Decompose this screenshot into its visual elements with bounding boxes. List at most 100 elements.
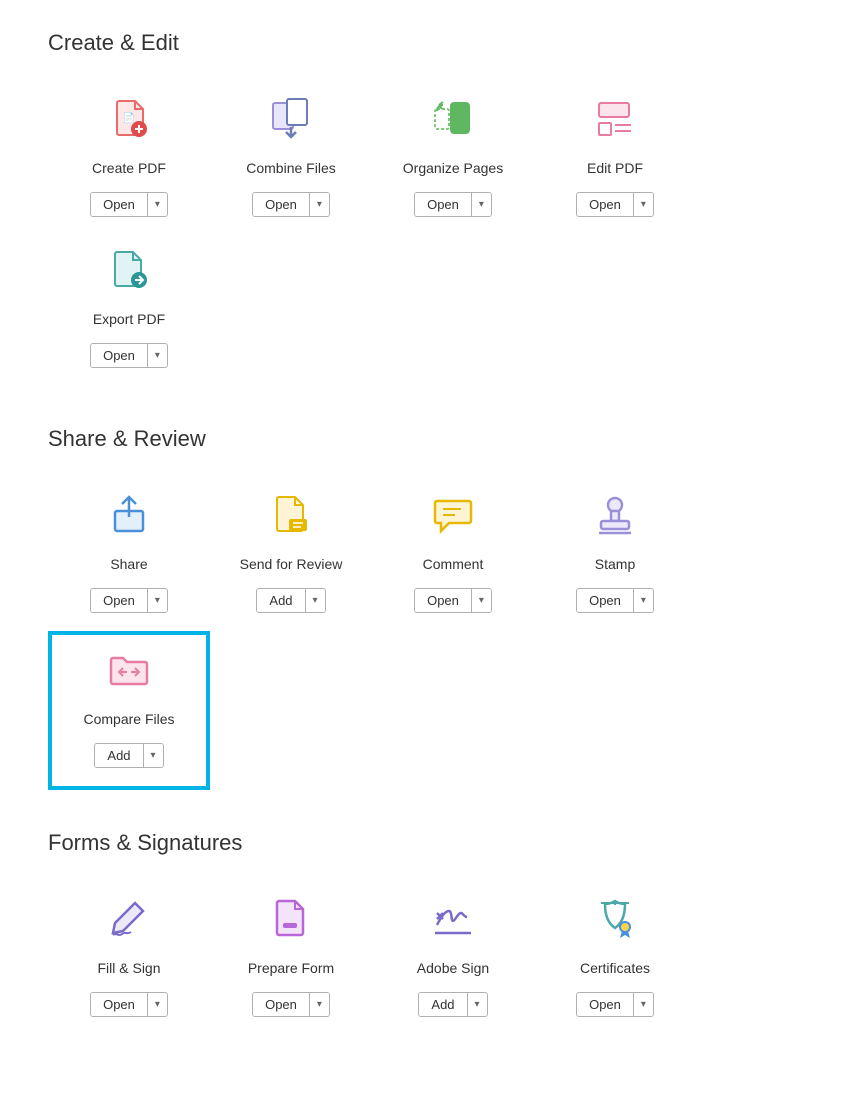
- tool-label: Stamp: [595, 556, 635, 572]
- tool-button-group: Open ▾: [414, 192, 492, 217]
- open-button[interactable]: Open: [577, 993, 633, 1016]
- dropdown-caret-button[interactable]: ▾: [467, 993, 487, 1016]
- tool-button-group: Add ▾: [418, 992, 487, 1017]
- tool-adobe-sign[interactable]: Adobe Sign Add ▾: [372, 884, 534, 1035]
- tool-button-group: Open ▾: [414, 588, 492, 613]
- tool-button-group: Open ▾: [90, 192, 168, 217]
- send-review-icon: [266, 490, 316, 540]
- open-button[interactable]: Open: [415, 193, 471, 216]
- share-icon: [104, 490, 154, 540]
- open-button[interactable]: Open: [577, 193, 633, 216]
- tool-label: Fill & Sign: [97, 960, 160, 976]
- tool-organize-pages[interactable]: Organize Pages Open ▾: [372, 84, 534, 235]
- dropdown-caret-button[interactable]: ▾: [147, 193, 167, 216]
- dropdown-caret-button[interactable]: ▾: [305, 589, 325, 612]
- dropdown-caret-button[interactable]: ▾: [471, 589, 491, 612]
- certificates-icon: [590, 894, 640, 944]
- tool-prepare-form[interactable]: Prepare Form Open ▾: [210, 884, 372, 1035]
- chevron-down-icon: ▾: [155, 350, 160, 361]
- tool-label: Prepare Form: [248, 960, 334, 976]
- chevron-down-icon: ▾: [641, 199, 646, 210]
- tool-button-group: Add▾: [94, 743, 163, 768]
- section-title: Share & Review: [48, 426, 817, 452]
- export-pdf-icon: [104, 245, 154, 295]
- tool-comment[interactable]: Comment Open ▾: [372, 480, 534, 631]
- chevron-down-icon: ▾: [475, 999, 480, 1010]
- fill-sign-icon: [104, 894, 154, 944]
- tool-label: Combine Files: [246, 160, 335, 176]
- chevron-down-icon: ▾: [641, 999, 646, 1010]
- dropdown-caret-button[interactable]: ▾: [147, 589, 167, 612]
- section-title: Forms & Signatures: [48, 830, 817, 856]
- tool-label: Send for Review: [240, 556, 343, 572]
- comment-icon: [428, 490, 478, 540]
- tool-compare-files[interactable]: Compare Files Add▾: [48, 631, 210, 790]
- tool-button-group: Add ▾: [256, 588, 325, 613]
- tool-create-pdf[interactable]: 📄 Create PDF Open ▾: [48, 84, 210, 235]
- add-button[interactable]: Add: [419, 993, 466, 1016]
- dropdown-caret-button[interactable]: ▾: [633, 589, 653, 612]
- compare-files-icon: [104, 645, 154, 695]
- open-button[interactable]: Open: [253, 193, 309, 216]
- chevron-down-icon: ▾: [317, 999, 322, 1010]
- dropdown-caret-button[interactable]: ▾: [147, 344, 167, 367]
- tool-button-group: Open ▾: [90, 992, 168, 1017]
- tool-combine-files[interactable]: Combine Files Open ▾: [210, 84, 372, 235]
- stamp-icon: [590, 490, 640, 540]
- dropdown-caret-button[interactable]: ▾: [633, 193, 653, 216]
- dropdown-caret-button[interactable]: ▾: [471, 193, 491, 216]
- tool-label: Organize Pages: [403, 160, 503, 176]
- tool-label: Adobe Sign: [417, 960, 489, 976]
- section-create-edit: Create & Edit📄Create PDFOpen▾Combine Fil…: [48, 30, 817, 386]
- add-button[interactable]: Add: [95, 744, 142, 767]
- tool-grid: 📄Create PDFOpen▾Combine FilesOpen▾Organi…: [48, 84, 817, 386]
- tool-label: Create PDF: [92, 160, 166, 176]
- open-button[interactable]: Open: [91, 993, 147, 1016]
- tool-send-for-review[interactable]: Send for Review Add ▾: [210, 480, 372, 631]
- tool-label: Edit PDF: [587, 160, 643, 176]
- open-button[interactable]: Open: [577, 589, 633, 612]
- tool-button-group: Open ▾: [576, 192, 654, 217]
- add-button[interactable]: Add: [257, 589, 304, 612]
- tool-label: Compare Files: [83, 711, 174, 727]
- combine-files-icon: [266, 94, 316, 144]
- create-pdf-icon: 📄: [104, 94, 154, 144]
- edit-pdf-icon: [590, 94, 640, 144]
- tool-label: Share: [110, 556, 147, 572]
- tool-grid: ShareOpen▾Send for ReviewAdd▾CommentOpen…: [48, 480, 817, 790]
- tool-edit-pdf[interactable]: Edit PDF Open ▾: [534, 84, 696, 235]
- tool-fill-sign[interactable]: Fill & Sign Open ▾: [48, 884, 210, 1035]
- open-button[interactable]: Open: [415, 589, 471, 612]
- dropdown-caret-button[interactable]: ▾: [143, 744, 163, 767]
- tool-stamp[interactable]: Stamp Open ▾: [534, 480, 696, 631]
- dropdown-caret-button[interactable]: ▾: [633, 993, 653, 1016]
- tool-label: Export PDF: [93, 311, 165, 327]
- section-forms-signatures: Forms & SignaturesFill & SignOpen▾Prepar…: [48, 830, 817, 1035]
- svg-text:📄: 📄: [123, 111, 135, 124]
- tool-export-pdf[interactable]: Export PDF Open ▾: [48, 235, 210, 386]
- tool-certificates[interactable]: CertificatesOpen▾: [534, 884, 696, 1035]
- chevron-down-icon: ▾: [479, 595, 484, 606]
- tool-button-group: Open ▾: [576, 588, 654, 613]
- tool-grid: Fill & SignOpen▾Prepare FormOpen▾Adobe S…: [48, 884, 817, 1035]
- dropdown-caret-button[interactable]: ▾: [147, 993, 167, 1016]
- tool-share[interactable]: Share Open ▾: [48, 480, 210, 631]
- open-button[interactable]: Open: [91, 344, 147, 367]
- prepare-form-icon: [266, 894, 316, 944]
- dropdown-caret-button[interactable]: ▾: [309, 993, 329, 1016]
- organize-pages-icon: [428, 94, 478, 144]
- chevron-down-icon: ▾: [479, 199, 484, 210]
- chevron-down-icon: ▾: [317, 199, 322, 210]
- tool-button-group: Open ▾: [252, 192, 330, 217]
- chevron-down-icon: ▾: [155, 199, 160, 210]
- chevron-down-icon: ▾: [155, 999, 160, 1010]
- open-button[interactable]: Open: [253, 993, 309, 1016]
- tool-label: Comment: [423, 556, 484, 572]
- tool-button-group: Open ▾: [90, 343, 168, 368]
- open-button[interactable]: Open: [91, 589, 147, 612]
- chevron-down-icon: ▾: [641, 595, 646, 606]
- chevron-down-icon: ▾: [313, 595, 318, 606]
- chevron-down-icon: ▾: [155, 595, 160, 606]
- dropdown-caret-button[interactable]: ▾: [309, 193, 329, 216]
- open-button[interactable]: Open: [91, 193, 147, 216]
